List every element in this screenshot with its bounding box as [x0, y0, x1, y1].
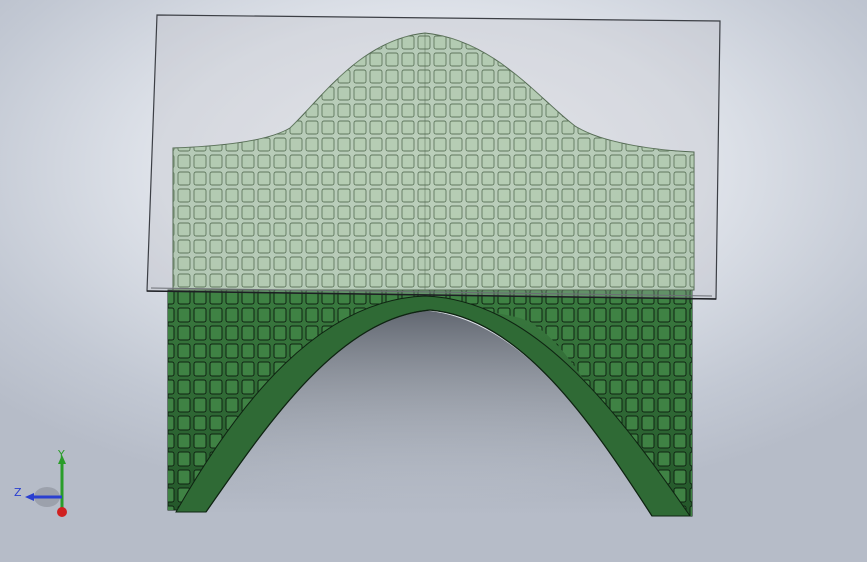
reference-plane[interactable]: [146, 14, 721, 300]
z-axis-label: Z: [14, 486, 22, 499]
y-axis-label: Y: [57, 448, 65, 461]
model-scene[interactable]: [0, 0, 867, 562]
graphics-viewport[interactable]: Y Z: [0, 0, 867, 562]
orientation-triad[interactable]: Y Z: [10, 446, 80, 526]
x-axis-icon: [57, 507, 67, 517]
